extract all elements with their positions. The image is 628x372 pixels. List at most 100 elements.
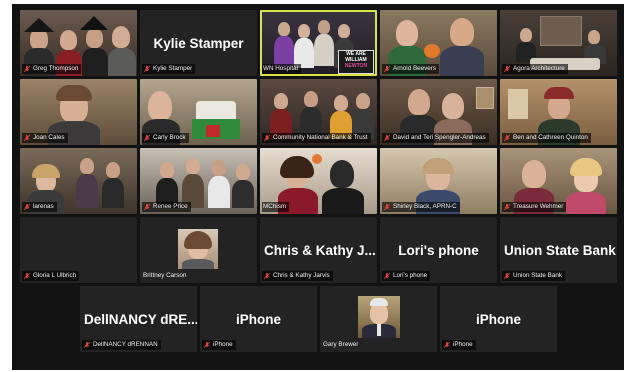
participant-tile-gloria-ulbrich[interactable]: Gloria L Ulbrich [20, 217, 137, 283]
participant-nameplate: Joan Cales [22, 133, 68, 143]
muted-mic-icon [23, 203, 31, 211]
participant-tile-david-and-teri[interactable]: David and Teri Spengler-Andreas [380, 79, 497, 145]
participant-nameplate: Arnold Beevers [382, 64, 440, 74]
participant-tile-agora-architecture[interactable]: Agora Architecture [500, 10, 617, 76]
participant-name: DellNANCY dRENNAN [93, 341, 158, 348]
participant-display-name: Lori's phone [398, 243, 479, 258]
participant-name: Gary Brewer [323, 341, 359, 348]
participant-nameplate: Chris & Kathy Jarvis [262, 271, 333, 281]
muted-mic-icon [443, 341, 451, 349]
muted-mic-icon [383, 134, 391, 142]
participant-tile-kylie-stamper[interactable]: Kylie Stamper Kylie Stamper [140, 10, 257, 76]
participant-name: Chris & Kathy Jarvis [273, 272, 330, 279]
participant-display-name: Union State Bank [504, 243, 616, 258]
participant-name: Treasure Wehmer [513, 203, 564, 210]
participant-nameplate: Union State Bank [502, 271, 566, 281]
participant-nameplate: Brittney Carson [142, 271, 189, 281]
participant-name: David and Teri Spengler-Andreas [393, 134, 486, 141]
participant-name: Carly Brock [153, 134, 186, 141]
muted-mic-icon [503, 65, 511, 73]
participant-nameplate: MChism [262, 202, 290, 212]
muted-mic-icon [383, 203, 391, 211]
participant-nameplate: Ben and Cathreen Quinton [502, 133, 591, 143]
participant-nameplate: Gloria L Ulbrich [22, 271, 80, 281]
muted-mic-icon [503, 203, 511, 211]
participant-tile-union-state-bank[interactable]: Union State Bank Union State Bank [500, 217, 617, 283]
participant-nameplate: iPhone [442, 340, 476, 350]
participant-tile-chris-kathy-jarvis[interactable]: Chris & Kathy J... Chris & Kathy Jarvis [260, 217, 377, 283]
participant-nameplate: Greg Thompson [22, 64, 82, 74]
participant-name: Lori's phone [393, 272, 428, 279]
participant-tile-renee-price[interactable]: Renee Price [140, 148, 257, 214]
participant-tile-larenas[interactable]: larenas [20, 148, 137, 214]
participant-tile-dellnancy-drennan[interactable]: DellNANCY dRE... DellNANCY dRENNAN [80, 286, 197, 352]
participant-name: Ben and Cathreen Quinton [513, 134, 588, 141]
participant-nameplate: Agora Architecture [502, 64, 568, 74]
participant-name: Community National Bank & Trust [273, 134, 368, 141]
participant-name: larenas [33, 203, 54, 210]
participant-name: Gloria L Ulbrich [33, 272, 77, 279]
participant-name: Greg Thompson [33, 65, 79, 72]
participant-tile-iphone-2[interactable]: iPhone iPhone [440, 286, 557, 352]
participant-nameplate: Treasure Wehmer [502, 202, 567, 212]
participant-display-name: iPhone [475, 312, 521, 327]
muted-mic-icon [23, 65, 31, 73]
participant-tile-loris-phone[interactable]: Lori's phone Lori's phone [380, 217, 497, 283]
muted-mic-icon [263, 134, 271, 142]
muted-mic-icon [383, 272, 391, 280]
participant-name: MChism [263, 203, 287, 210]
participant-tile-wn-hospital[interactable]: WE ARE WILLIAM NEWTON WN Hospital [260, 10, 377, 76]
participant-grid: Greg Thompson Kylie Stamper Kylie Stampe… [12, 4, 624, 370]
participant-tile-brittney-carson[interactable]: Brittney Carson [140, 217, 257, 283]
participant-tile-ben-and-cathreen[interactable]: Ben and Cathreen Quinton [500, 79, 617, 145]
participant-name: Kylie Stamper [153, 65, 193, 72]
zoom-gallery-view: Greg Thompson Kylie Stamper Kylie Stampe… [12, 4, 624, 370]
profile-photo [358, 296, 400, 338]
participant-name: iPhone [213, 341, 233, 348]
participant-nameplate: Shirley Black, APRN-C [382, 202, 460, 212]
sign-we-are-william-newton: WE ARE WILLIAM NEWTON [338, 50, 374, 74]
participant-display-name: Kylie Stamper [153, 36, 244, 51]
participant-name: Arnold Beevers [393, 65, 437, 72]
muted-mic-icon [23, 134, 31, 142]
participant-tile-greg-thompson[interactable]: Greg Thompson [20, 10, 137, 76]
participant-nameplate: iPhone [202, 340, 236, 350]
participant-nameplate: Community National Bank & Trust [262, 133, 371, 143]
participant-name: Shirley Black, APRN-C [393, 203, 457, 210]
participant-display-name: Chris & Kathy J... [264, 243, 376, 258]
participant-name: Union State Bank [513, 272, 563, 279]
participant-tile-carly-brock[interactable]: Carly Brock [140, 79, 257, 145]
participant-tile-mchism[interactable]: MChism [260, 148, 377, 214]
participant-name: iPhone [453, 341, 473, 348]
participant-tile-joan-cales[interactable]: Joan Cales [20, 79, 137, 145]
participant-name: Renee Price [153, 203, 188, 210]
participant-display-name: iPhone [235, 312, 281, 327]
participant-nameplate: DellNANCY dRENNAN [82, 340, 161, 350]
muted-mic-icon [143, 134, 151, 142]
muted-mic-icon [143, 203, 151, 211]
participant-nameplate: Kylie Stamper [142, 64, 196, 74]
participant-tile-arnold-beevers[interactable]: Arnold Beevers [380, 10, 497, 76]
participant-tile-gary-brewer[interactable]: Gary Brewer [320, 286, 437, 352]
muted-mic-icon [203, 341, 211, 349]
participant-tile-shirley-black[interactable]: Shirley Black, APRN-C [380, 148, 497, 214]
participant-nameplate: Lori's phone [382, 271, 431, 281]
participant-nameplate: David and Teri Spengler-Andreas [382, 133, 489, 143]
participant-tile-community-national-bank[interactable]: Community National Bank & Trust [260, 79, 377, 145]
profile-photo [178, 229, 218, 269]
muted-mic-icon [143, 65, 151, 73]
muted-mic-icon [383, 65, 391, 73]
participant-tile-treasure-wehmer[interactable]: Treasure Wehmer [500, 148, 617, 214]
sign-line: NEWTON [344, 63, 368, 69]
participant-name: WN Hospital [263, 65, 298, 72]
participant-nameplate: WN Hospital [262, 64, 301, 74]
participant-nameplate: Gary Brewer [322, 340, 361, 350]
participant-nameplate: larenas [22, 202, 57, 212]
muted-mic-icon [503, 272, 511, 280]
participant-name: Agora Architecture [513, 65, 565, 72]
muted-mic-icon [263, 272, 271, 280]
participant-display-name: DellNANCY dRE... [84, 312, 197, 327]
participant-name: Brittney Carson [143, 272, 187, 279]
participant-tile-iphone-1[interactable]: iPhone iPhone [200, 286, 317, 352]
participant-nameplate: Carly Brock [142, 133, 189, 143]
